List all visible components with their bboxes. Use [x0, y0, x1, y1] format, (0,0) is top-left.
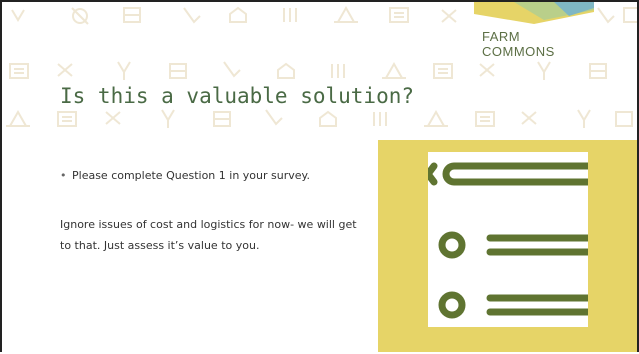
body-paragraph: Ignore issues of cost and logistics for … [60, 218, 357, 252]
yellow-panel [378, 140, 637, 352]
slide: FARM COMMONS Is this a valuable solution… [0, 0, 639, 352]
landscape-logo-icon [474, 2, 594, 24]
slide-body: • Please complete Question 1 in your sur… [60, 165, 360, 256]
slide-title: Is this a valuable solution? [60, 84, 415, 108]
bullet-item: • Please complete Question 1 in your sur… [60, 165, 360, 186]
logo-text: FARM COMMONS [482, 29, 555, 59]
bullet-marker: • [60, 169, 67, 182]
farm-commons-logo: FARM COMMONS [474, 2, 594, 59]
checklist-card [428, 152, 588, 327]
header-band: FARM COMMONS Is this a valuable solution… [2, 2, 637, 140]
bullet-text: Please complete Question 1 in your surve… [72, 169, 310, 182]
checklist-icon [428, 162, 588, 319]
